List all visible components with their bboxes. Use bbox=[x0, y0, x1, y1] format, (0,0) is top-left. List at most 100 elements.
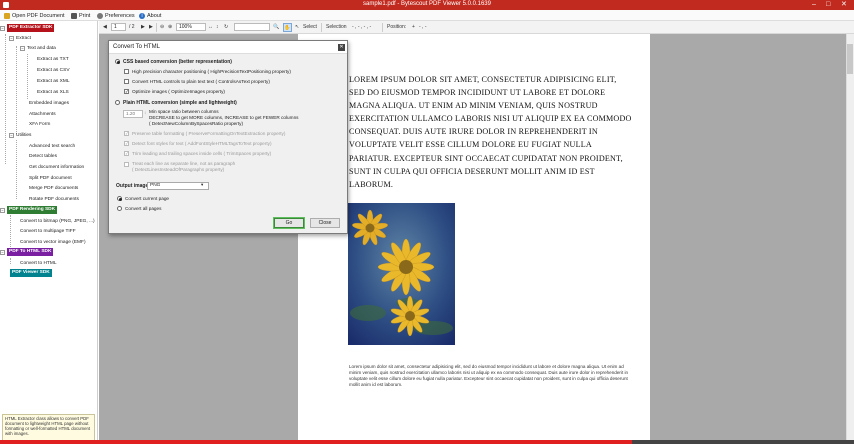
min-space-ratio-input[interactable]: 1.20 bbox=[123, 110, 143, 118]
convert-current-label: Convert current page bbox=[125, 196, 170, 201]
tree-label: Extract as XML bbox=[37, 78, 70, 84]
find-icon[interactable]: 🔍 bbox=[273, 23, 279, 32]
tree-utilities[interactable]: − Utilities bbox=[9, 131, 31, 139]
treat-lines-checkbox[interactable] bbox=[124, 162, 129, 167]
preserve-formatting-checkbox[interactable]: ✓ bbox=[124, 131, 129, 136]
tree-convert-bitmap[interactable]: Convert to bitmap (PNG, JPEG, ...) bbox=[20, 217, 95, 225]
tree-label: Convert to HTML bbox=[20, 260, 57, 266]
tree-label: Extract as TXT bbox=[37, 56, 69, 62]
tree-advanced-text-search[interactable]: Advanced text search bbox=[29, 142, 75, 150]
tree-connector bbox=[16, 140, 17, 199]
print-menu[interactable]: Print bbox=[71, 12, 90, 20]
sdk-label: PDF Extractor SDK bbox=[7, 24, 55, 32]
tree-merge-pdf[interactable]: Merge PDF documents bbox=[29, 184, 78, 192]
maximize-icon[interactable]: □ bbox=[826, 1, 830, 9]
tree-rotate-pdf[interactable]: Rotate PDF documents bbox=[29, 195, 79, 203]
sdk-label: PDF Rendering SDK bbox=[7, 206, 58, 214]
select-tool-icon[interactable]: ↖ bbox=[295, 23, 299, 32]
flower-illustration bbox=[348, 203, 455, 345]
tree-convert-html[interactable]: Convert to HTML bbox=[20, 259, 57, 267]
tree-pdf-extractor-sdk[interactable]: − PDF Extractor SDK bbox=[0, 24, 55, 32]
tree-extract-xml[interactable]: Extract as XML bbox=[37, 77, 70, 85]
tree-connector bbox=[10, 258, 11, 264]
hand-tool-icon[interactable]: ✋ bbox=[283, 23, 292, 32]
tree-extract-xls[interactable]: Extract as XLS bbox=[37, 88, 69, 96]
minimize-icon[interactable]: – bbox=[812, 1, 816, 9]
tree-label: Merge PDF documents bbox=[29, 185, 79, 191]
last-page-icon[interactable]: ▶ bbox=[149, 23, 153, 32]
tree-convert-vector[interactable]: Convert to vector image (EMF) bbox=[20, 238, 86, 246]
zoom-select[interactable]: 100% bbox=[176, 23, 206, 31]
min-space-label-1: Min space ratio between columns bbox=[149, 109, 219, 114]
tree-text-and-data[interactable]: − Text and data bbox=[20, 44, 56, 52]
close-icon[interactable]: ✕ bbox=[338, 44, 345, 51]
min-space-label-2: DECREASE to get MORE columns, INCREASE t… bbox=[149, 115, 299, 120]
collapse-icon[interactable]: − bbox=[0, 25, 5, 31]
open-pdf-label: Open PDF Document bbox=[12, 13, 65, 19]
info-icon: i bbox=[139, 13, 145, 19]
detect-font-styles-checkbox[interactable]: ✓ bbox=[124, 141, 129, 146]
convert-controls-label: Convert HTML controls to plain text text… bbox=[132, 79, 270, 84]
selection-label: Selection bbox=[326, 24, 347, 30]
select-label[interactable]: Select bbox=[303, 23, 317, 32]
tree-pdf-rendering-sdk[interactable]: − PDF Rendering SDK bbox=[0, 206, 58, 214]
fit-width-icon[interactable]: ↔ bbox=[208, 23, 213, 32]
tree-split-pdf[interactable]: Split PDF document bbox=[29, 174, 72, 182]
open-pdf-menu[interactable]: Open PDF Document bbox=[4, 12, 65, 20]
tree-get-document-information[interactable]: Get document information bbox=[29, 163, 84, 171]
search-input[interactable] bbox=[234, 23, 270, 31]
high-precision-checkbox[interactable] bbox=[124, 69, 129, 74]
tree-extract[interactable]: − Extract bbox=[9, 34, 31, 42]
tree-embedded-images[interactable]: Embedded images bbox=[29, 99, 69, 107]
flower-image bbox=[348, 203, 455, 345]
next-page-icon[interactable]: ▶ bbox=[141, 23, 145, 32]
print-label: Print bbox=[79, 13, 91, 19]
tree-label: Text and data bbox=[27, 45, 56, 51]
close-window-icon[interactable]: ✕ bbox=[841, 1, 847, 9]
convert-all-radio[interactable] bbox=[117, 206, 122, 211]
close-button[interactable]: Close bbox=[310, 218, 340, 228]
convert-controls-checkbox[interactable] bbox=[124, 79, 129, 84]
tree-attachments[interactable]: Attachments bbox=[29, 110, 56, 118]
sdk-label: PDF Viewer SDK bbox=[10, 269, 52, 277]
preferences-menu[interactable]: Preferences bbox=[97, 12, 135, 20]
tree-label: Rotate PDF documents bbox=[29, 196, 79, 202]
optimize-images-checkbox[interactable]: ✓ bbox=[124, 89, 129, 94]
tree-extract-csv[interactable]: Extract as CSV bbox=[37, 66, 70, 74]
trim-spaces-checkbox[interactable]: ✓ bbox=[124, 151, 129, 156]
sdk-tree-panel: − PDF Extractor SDK − Extract − Text and… bbox=[0, 21, 98, 444]
crosshair-icon: + bbox=[412, 24, 415, 30]
tree-detect-tables[interactable]: Detect tables bbox=[29, 152, 57, 160]
tree-extract-txt[interactable]: Extract as TXT bbox=[37, 55, 69, 63]
page-number-input[interactable]: 1 bbox=[111, 23, 126, 31]
css-based-radio[interactable] bbox=[115, 59, 120, 64]
convert-current-radio[interactable] bbox=[117, 196, 122, 201]
zoom-in-icon[interactable]: ⊕ bbox=[168, 23, 172, 32]
plain-html-radio[interactable] bbox=[115, 100, 120, 105]
tree-convert-tiff[interactable]: Convert to multipage TIFF bbox=[20, 227, 76, 235]
fit-page-icon[interactable]: ↕ bbox=[216, 23, 219, 32]
output-format-select[interactable]: PNG bbox=[147, 182, 209, 190]
scrollbar-thumb[interactable] bbox=[847, 44, 853, 74]
spin-arrows-icon[interactable]: ↕ bbox=[144, 110, 146, 115]
rotate-icon[interactable]: ↻ bbox=[224, 23, 228, 32]
go-button[interactable]: Go bbox=[273, 217, 305, 229]
tree-label: Convert to multipage TIFF bbox=[20, 228, 76, 234]
preserve-formatting-label: Preserve table formatting ( PreserveForm… bbox=[132, 131, 286, 136]
tree-pdf-viewer-sdk[interactable]: PDF Viewer SDK bbox=[10, 269, 52, 277]
about-menu[interactable]: i About bbox=[139, 12, 161, 20]
first-page-icon[interactable]: ◀ bbox=[103, 23, 107, 32]
collapse-icon[interactable]: − bbox=[9, 132, 14, 138]
tree-xfa-form[interactable]: XFA Form bbox=[29, 120, 50, 128]
selection-value: - , - , - , - bbox=[352, 24, 372, 30]
collapse-icon[interactable]: − bbox=[9, 35, 14, 41]
zoom-out-icon[interactable]: ⊖ bbox=[160, 23, 164, 32]
collapse-icon[interactable]: − bbox=[0, 207, 5, 213]
collapse-icon[interactable]: − bbox=[20, 45, 25, 51]
collapse-icon[interactable]: − bbox=[0, 249, 5, 255]
vertical-scrollbar[interactable] bbox=[846, 34, 854, 444]
tree-connector bbox=[16, 46, 17, 134]
tree-connector bbox=[5, 34, 6, 164]
tree-pdf-to-html-sdk[interactable]: − PDF To HTML SDK bbox=[0, 248, 54, 256]
menu-bar: Open PDF Document Print Preferences i Ab… bbox=[0, 10, 854, 21]
